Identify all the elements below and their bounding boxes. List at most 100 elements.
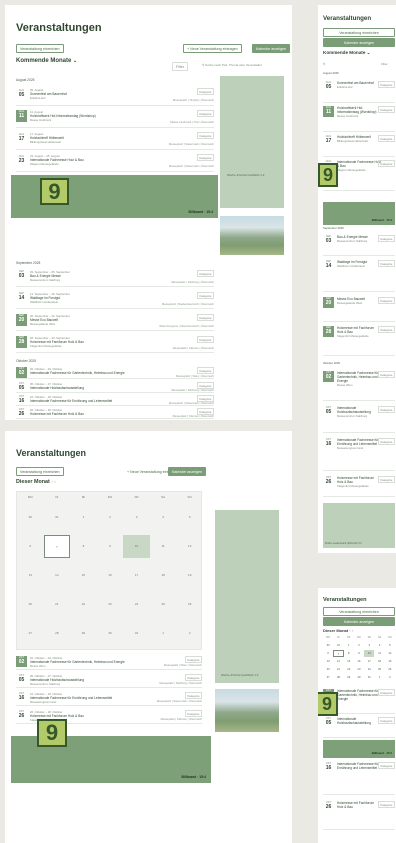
calendar-day[interactable]: 30 — [323, 642, 333, 649]
calendar-day[interactable]: 11 — [374, 650, 384, 657]
chevron-right-icon[interactable]: › — [54, 479, 55, 484]
event-row[interactable]: OKT 16 16. Oktober – 18. Oktober Internati… — [16, 691, 202, 706]
calendar-day[interactable]: 29 — [70, 622, 97, 645]
mobile-search-input[interactable]: ⚲ — [323, 62, 325, 66]
event-row[interactable]: OKT 05 05. Oktober – 07. Oktober Internati… — [16, 673, 202, 688]
calendar-view-button[interactable]: Kalender anzeigen — [252, 44, 290, 54]
search-input[interactable]: ⚲ Suche nach Titel, Thema oder Veranstal… — [202, 63, 262, 67]
calendar-day[interactable]: 26 — [385, 666, 395, 673]
mobile-event-row[interactable]: AUG 17 Holzfachtreff Hüttenwelt Bildungsha… — [323, 134, 395, 157]
calendar-day[interactable]: 5 — [176, 506, 203, 529]
mobile-event-row[interactable]: SEP 03 Bau & Energie Messe Messezentrum Sa… — [323, 234, 395, 256]
add-event-button[interactable]: + Neue Veranstaltung eintragen — [183, 44, 242, 54]
event-row[interactable]: AUG 11 11. August Holzkraftwerk Hof-Inform… — [16, 109, 214, 128]
calendar-day[interactable]: 5 — [385, 642, 395, 649]
calendar-day[interactable]: 31 — [123, 622, 150, 645]
calendar-day[interactable]: 19 — [176, 564, 203, 587]
calendar-day[interactable]: 1 — [374, 674, 384, 681]
calendar-day[interactable]: 12 — [385, 650, 395, 657]
calendar-day[interactable]: 15 — [344, 658, 354, 665]
calendar-day[interactable]: 6 — [17, 535, 44, 558]
calendar-list-button[interactable]: Kalender anzeigen — [168, 467, 206, 477]
calendar-day[interactable]: 15 — [70, 564, 97, 587]
calendar-day[interactable]: 20 — [17, 593, 44, 616]
mobile-calendar-list-button[interactable]: Kalender anzeigen — [323, 617, 395, 627]
calendar-ad-portrait[interactable] — [215, 510, 279, 683]
calendar-day[interactable]: 25 — [150, 593, 177, 616]
calendar-day[interactable]: 1 — [70, 506, 97, 529]
mobile-calendar-submit-button[interactable]: Veranstaltung einreichen — [323, 607, 395, 617]
event-row[interactable]: OKT 05 05. Oktober – 07. Oktober Internati… — [16, 381, 214, 393]
calendar-day[interactable]: 16 — [354, 658, 364, 665]
event-row[interactable]: SEP 14 14. September – 16. September Waldt… — [16, 291, 214, 309]
calendar-day[interactable]: 24 — [364, 666, 374, 673]
calendar-day[interactable]: 21 — [44, 593, 71, 616]
calendar-day[interactable]: 31 — [44, 506, 71, 529]
event-row[interactable]: OKT 16 16. Oktober – 18. Oktober Internati… — [16, 394, 214, 406]
calendar-day[interactable]: 30 — [354, 674, 364, 681]
mobile-month-navigation[interactable]: Dieser Monat ‹ › — [323, 628, 353, 633]
calendar-day[interactable]: 4 — [150, 506, 177, 529]
calendar-day[interactable]: 6 — [323, 650, 333, 657]
mobile-event-row[interactable]: OKT 26 Holzmesse mit Fachforum Holz & Bau… — [323, 800, 395, 830]
calendar-day[interactable]: 29 — [344, 674, 354, 681]
calendar-submit-button[interactable]: Veranstaltung einreichen — [16, 467, 64, 477]
mobile-submit-button[interactable]: Veranstaltung einreichen — [323, 28, 395, 38]
calendar-day[interactable]: 12 — [176, 535, 203, 558]
calendar-day[interactable]: 2 — [354, 642, 364, 649]
calendar-day[interactable]: 3 — [364, 642, 374, 649]
calendar-day[interactable]: 18 — [374, 658, 384, 665]
calendar-day[interactable]: 8 — [70, 535, 97, 558]
calendar-day[interactable]: 18 — [150, 564, 177, 587]
mobile-event-row[interactable]: OKT02 Internationale Fachmesse für Garte… — [323, 370, 395, 401]
calendar-day[interactable]: 20 — [323, 666, 333, 673]
calendar-day[interactable]: 17 — [123, 564, 150, 587]
calendar-day[interactable]: 30 — [17, 506, 44, 529]
calendar-landscape-photo[interactable] — [215, 689, 279, 732]
event-row[interactable]: SEP 28 28. September – 30. September Holzm… — [16, 335, 214, 353]
calendar-day[interactable]: 25 — [374, 666, 384, 673]
calendar-day[interactable]: 8 — [344, 650, 354, 657]
event-row[interactable]: OKT 02 02. Oktober – 04. Oktober Internati… — [16, 366, 214, 379]
event-row[interactable]: AUG 23 23. August – 25. August Internation… — [16, 153, 214, 172]
calendar-day[interactable]: 27 — [17, 622, 44, 645]
event-row[interactable]: AUG 17 17. August Holzfachtreff Hüttenwelt… — [16, 131, 214, 150]
calendar-day[interactable]: 31 — [364, 674, 374, 681]
calendar-day[interactable]: 31 — [333, 642, 343, 649]
event-row[interactable]: AUG 05 05. August Sonnenfest am Bauernhof E… — [16, 87, 214, 106]
calendar-day[interactable]: 2 — [385, 674, 395, 681]
chevron-left-icon[interactable]: ‹ — [349, 628, 350, 633]
mobile-event-row[interactable]: SEP 20 Messe Eco Bauwelt Messegelände Wels… — [323, 296, 395, 322]
mobile-event-row[interactable]: AUG 11 Holzkraftwerk Hof-Informationstag … — [323, 105, 395, 132]
calendar-day[interactable]: 7 — [43, 535, 71, 558]
event-row[interactable]: SEP 03 03. September – 05. September Bau &… — [16, 269, 214, 287]
calendar-day[interactable]: 2 — [176, 622, 203, 645]
calendar-day[interactable]: 14 — [44, 564, 71, 587]
calendar-day[interactable]: 28 — [333, 674, 343, 681]
calendar-day[interactable]: 4 — [374, 642, 384, 649]
calendar-day[interactable]: 16 — [97, 564, 124, 587]
mobile-billboard-ad[interactable]: Billboard · 15:4 — [323, 202, 395, 225]
calendar-day[interactable]: 23 — [97, 593, 124, 616]
event-row[interactable]: OKT 02 02. Oktober – 04. Oktober Internati… — [16, 655, 202, 670]
mobile-event-row[interactable]: OKT 16 Internationale Fachmesse für Ernäh… — [323, 761, 395, 795]
filter-button[interactable]: Filter — [172, 62, 188, 72]
chevron-left-icon[interactable]: ‹ — [51, 479, 52, 484]
calendar-day[interactable]: 26 — [176, 593, 203, 616]
calendar-day[interactable]: 21 — [333, 666, 343, 673]
mobile-event-row[interactable]: OKT 05 Internationale Holzbaufachausstell… — [323, 405, 395, 433]
calendar-day[interactable]: 17 — [364, 658, 374, 665]
submit-event-button[interactable]: Veranstaltung einreichen — [16, 44, 64, 54]
calendar-day[interactable]: 11 — [150, 535, 177, 558]
ad-portrait-slot[interactable] — [220, 76, 284, 208]
calendar-day[interactable]: 1 — [150, 622, 177, 645]
mobile-calendar-billboard[interactable]: Billboard · 15:4 — [323, 740, 395, 758]
landscape-photo[interactable] — [220, 216, 284, 255]
calendar-day[interactable]: 1 — [344, 642, 354, 649]
calendar-day[interactable]: 22 — [344, 666, 354, 673]
calendar-day[interactable]: 9 — [97, 535, 124, 558]
mobile-filter-button[interactable]: Filter — [381, 62, 388, 66]
calendar-day[interactable]: 13 — [17, 564, 44, 587]
calendar-day[interactable]: 3 — [123, 506, 150, 529]
chevron-right-icon[interactable]: › — [352, 628, 353, 633]
